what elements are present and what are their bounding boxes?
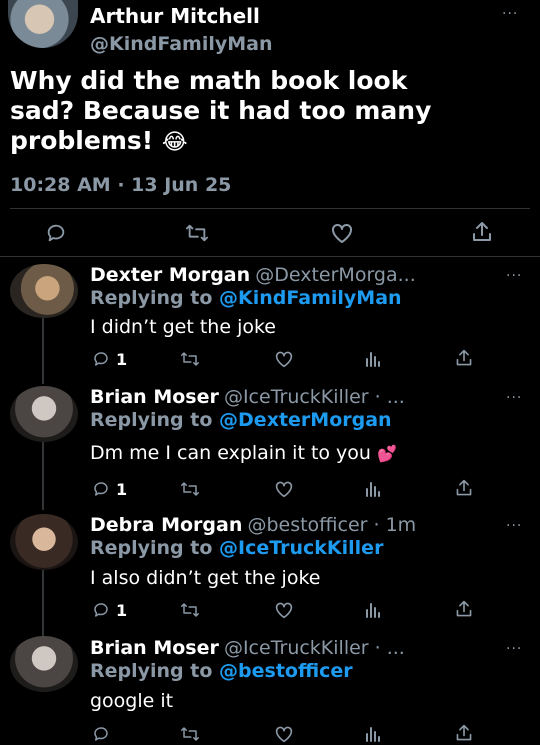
more-options-button[interactable]: ···: [502, 6, 518, 22]
hearts-emoji-icon: 💕: [377, 444, 397, 463]
reply-header: Brian Moser @IceTruckKiller · ...: [90, 637, 405, 659]
thread-line: [42, 442, 44, 510]
replying-prefix: Replying to: [90, 537, 220, 559]
main-tweet-line-3-text: problems!: [10, 126, 154, 155]
reply-handle-meta[interactable]: @IceTruckKiller · ...: [224, 386, 405, 408]
more-options-button[interactable]: ···: [506, 518, 522, 534]
like-icon[interactable]: [274, 350, 294, 368]
reply-author-avatar[interactable]: [10, 386, 78, 442]
retweet-icon[interactable]: [185, 222, 209, 244]
replying-to-link[interactable]: @IceTruckKiller: [219, 537, 383, 559]
reply-author-avatar[interactable]: [10, 514, 78, 570]
reply-count: 1: [116, 601, 128, 620]
like-icon[interactable]: [330, 222, 354, 244]
main-author-handle[interactable]: @KindFamilyMan: [90, 33, 273, 55]
laughing-emoji-icon: 😂: [161, 130, 188, 155]
replying-to-line: Replying to @KindFamilyMan: [90, 287, 402, 309]
main-tweet-timestamp[interactable]: 10:28 AM · 13 Jun 25: [10, 174, 231, 196]
retweet-icon[interactable]: [180, 601, 200, 619]
replying-to-link[interactable]: @bestofficer: [219, 660, 353, 682]
reply-count: 1: [116, 480, 128, 499]
reply-icon[interactable]: [92, 601, 110, 619]
reply-handle-meta[interactable]: @bestofficer · 1m: [247, 514, 416, 536]
more-options-button[interactable]: ···: [506, 390, 522, 406]
views-icon[interactable]: [364, 601, 382, 619]
retweet-icon[interactable]: [180, 725, 200, 743]
views-icon[interactable]: [364, 480, 382, 498]
reply-handle-meta[interactable]: @DexterMorga...: [255, 264, 416, 286]
reply-author-name[interactable]: Brian Moser: [90, 386, 219, 408]
reply-author-name[interactable]: Brian Moser: [90, 637, 219, 659]
replying-to-line: Replying to @DexterMorgan: [90, 409, 392, 431]
main-tweet-line-2: sad? Because it had too many: [10, 96, 432, 125]
reply-author-avatar[interactable]: [10, 636, 78, 692]
reply-icon[interactable]: [92, 480, 110, 498]
reply-icon[interactable]: [45, 222, 67, 244]
reply-author-name[interactable]: Debra Morgan: [90, 514, 242, 536]
replying-to-line: Replying to @IceTruckKiller: [90, 537, 383, 559]
main-tweet-line-3: problems! 😂: [10, 126, 530, 158]
replying-prefix: Replying to: [90, 287, 220, 309]
thread-line: [42, 570, 44, 638]
reply-icon[interactable]: [92, 725, 110, 743]
reply-handle-meta[interactable]: @IceTruckKiller · ...: [224, 637, 405, 659]
reply-icon[interactable]: [92, 350, 110, 368]
share-icon[interactable]: [471, 220, 493, 244]
share-icon[interactable]: [455, 599, 473, 619]
replying-prefix: Replying to: [90, 660, 220, 682]
reply-count: 1: [116, 350, 128, 369]
main-tweet-divider: [0, 256, 540, 257]
views-icon[interactable]: [364, 350, 382, 368]
share-icon[interactable]: [455, 478, 473, 498]
reply-header: Debra Morgan @bestofficer · 1m: [90, 514, 416, 536]
like-icon[interactable]: [274, 601, 294, 619]
like-icon[interactable]: [274, 725, 294, 743]
replying-to-link[interactable]: @KindFamilyMan: [219, 287, 402, 309]
reply-text: google it: [90, 690, 174, 712]
share-icon[interactable]: [455, 723, 473, 743]
main-tweet-line-1: Why did the math book look: [10, 66, 408, 95]
reply-header: Dexter Morgan @DexterMorga...: [90, 264, 416, 286]
more-options-button[interactable]: ···: [506, 641, 522, 657]
like-icon[interactable]: [274, 480, 294, 498]
replying-prefix: Replying to: [90, 409, 220, 431]
reply-text: I didn’t get the joke: [90, 316, 276, 338]
reply-author-avatar[interactable]: [10, 264, 78, 318]
retweet-icon[interactable]: [180, 480, 200, 498]
replying-to-line: Replying to @bestofficer: [90, 660, 353, 682]
replying-to-link[interactable]: @DexterMorgan: [219, 409, 392, 431]
thread-line: [42, 318, 44, 384]
share-icon[interactable]: [455, 348, 473, 368]
reply-text: I also didn’t get the joke: [90, 567, 321, 589]
main-tweet-text: Why did the math book look sad? Because …: [10, 66, 530, 158]
reply-text-line: Dm me I can explain it to you 💕: [90, 442, 397, 464]
reply-header: Brian Moser @IceTruckKiller · ...: [90, 386, 405, 408]
more-options-button[interactable]: ···: [506, 268, 522, 284]
main-author-avatar[interactable]: [8, 0, 78, 48]
retweet-icon[interactable]: [180, 350, 200, 368]
reply-author-name[interactable]: Dexter Morgan: [90, 264, 250, 286]
main-author-name[interactable]: Arthur Mitchell: [90, 4, 260, 28]
timestamp-divider: [10, 208, 530, 209]
reply-text: Dm me I can explain it to you: [90, 442, 371, 464]
views-icon[interactable]: [364, 725, 382, 743]
